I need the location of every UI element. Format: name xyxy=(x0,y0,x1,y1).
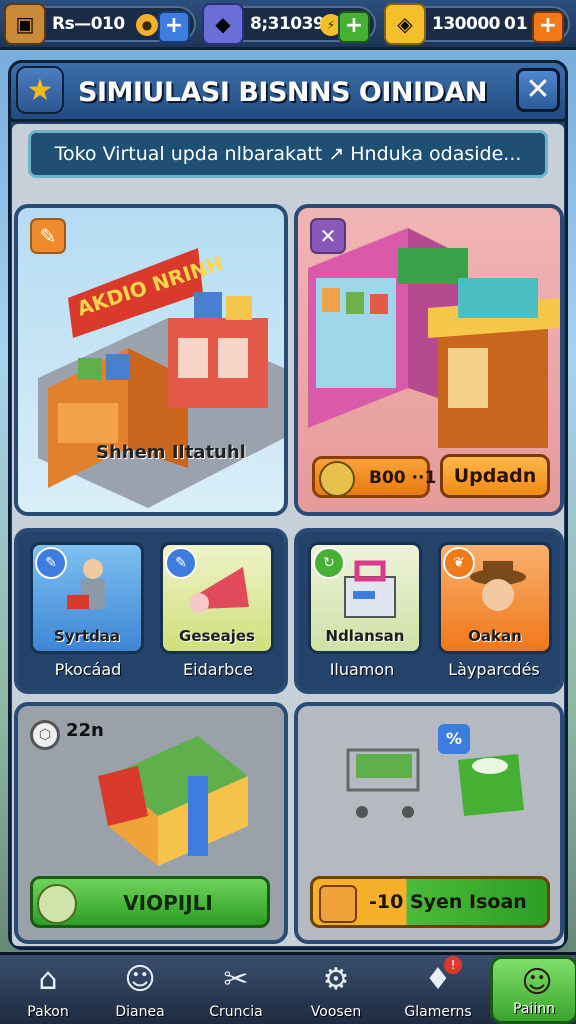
buy-crate-button[interactable]: VIOPIJLI xyxy=(30,876,270,928)
box-icon xyxy=(319,885,357,923)
close-button[interactable]: ✕ xyxy=(516,68,560,112)
farmer-avatar-icon: ☺ xyxy=(124,962,156,997)
cart-action-label: -10 Syen Isoan xyxy=(369,891,527,913)
nav-staff-label: Dianea xyxy=(115,1004,165,1020)
resource-gold: ◈ 130000 01 + xyxy=(384,3,570,45)
tile-marketing-label: Geseajes xyxy=(179,627,255,645)
tile-marketing-sub: Eidarbce xyxy=(183,660,253,679)
tile-supply-sub: Iluamon xyxy=(329,660,395,679)
nav-settings-label: Voosen xyxy=(310,1004,362,1020)
tools-tag-icon[interactable]: ✕ xyxy=(310,218,346,254)
megaphone-icon xyxy=(189,567,249,613)
nav-tools[interactable]: ✂ Cruncia xyxy=(192,956,280,1024)
discount-badge-icon: % xyxy=(438,724,470,754)
chest-icon: ▣ xyxy=(4,3,46,45)
shop-left-label: Shhem Iltatuhl xyxy=(96,442,246,463)
price-coin-icon xyxy=(319,461,355,497)
star-badge-icon: ★ xyxy=(16,66,64,114)
nav-rewards[interactable]: ♦ ! Glamerns xyxy=(394,956,482,1024)
gem-cube-icon: ◆ xyxy=(202,3,244,45)
resource-gold-extra: 01 xyxy=(504,14,528,34)
nav-staff[interactable]: ☺ Dianea xyxy=(96,956,184,1024)
tile-worker-label: Syrtdaa xyxy=(53,627,121,645)
tile-worker-sub: Pkocáad xyxy=(54,660,122,679)
tools-icon: ✂ xyxy=(223,962,249,997)
shop-tag-icon[interactable]: ✎ xyxy=(30,218,66,254)
notification-badge-icon: ! xyxy=(444,956,462,974)
tile-marketing[interactable]: ✎ Geseajes xyxy=(160,542,274,654)
profile-avatar-icon: ☺ xyxy=(521,965,553,1000)
manager-avatar-icon xyxy=(470,561,526,611)
seal-icon xyxy=(37,884,77,924)
gold-coin-icon: ◈ xyxy=(384,3,426,45)
tile-manager-sub: Làyparcdés xyxy=(448,660,540,679)
coin-icon: ● xyxy=(136,14,158,36)
cart-action-button[interactable]: -10 Syen Isoan xyxy=(310,876,550,928)
nav-profile[interactable]: ☺ Paiinn xyxy=(490,956,576,1024)
nav-settings[interactable]: ⚙ Voosen xyxy=(292,956,380,1024)
window-title: SIMIULASI BISNNS OINIDAN xyxy=(78,77,487,108)
add-gems-button[interactable]: + xyxy=(338,11,370,43)
buy-crate-label: VIOPIJLI xyxy=(123,891,213,915)
nav-tools-label: Cruncia xyxy=(209,1004,263,1020)
nav-home[interactable]: ⌂ Pakon xyxy=(4,956,92,1024)
home-icon: ⌂ xyxy=(38,962,58,997)
resource-chest-value: Rs—010 xyxy=(52,14,125,34)
resource-gems: ◆ 8;310391 ⚡ + xyxy=(202,3,376,45)
nav-rewards-label: Glamerns xyxy=(404,1004,472,1020)
nav-profile-label: Paiinn xyxy=(513,1001,555,1017)
gear-icon: ⚙ xyxy=(322,962,350,997)
add-gold-button[interactable]: + xyxy=(532,11,564,43)
nav-home-label: Pakon xyxy=(27,1004,69,1020)
tile-worker[interactable]: ✎ Syrtdaa xyxy=(30,542,144,654)
upgrade-price-pill: B00 ··1 xyxy=(312,456,436,498)
worker-figure-icon xyxy=(67,559,105,609)
info-banner: Toko Virtual upda nlbarakatt ↗ Hnduka od… xyxy=(28,130,548,178)
crate-count: 22n xyxy=(66,720,104,741)
resource-gold-value: 130000 xyxy=(432,14,500,34)
add-chest-button[interactable]: + xyxy=(158,11,190,43)
tile-manager-label: Oakan xyxy=(468,627,522,645)
nut-icon: ⬡ xyxy=(30,720,60,750)
upgrade-button[interactable]: Updadn xyxy=(440,454,550,498)
tile-supply-label: Ndlansan xyxy=(325,627,405,645)
upgrade-price-value: B00 ··1 xyxy=(369,468,437,488)
resource-chest: ▣ Rs—010 ● + xyxy=(4,3,196,45)
tile-manager[interactable]: ❦ Oakan xyxy=(438,542,552,654)
tile-supply[interactable]: ↻ Ndlansan xyxy=(308,542,422,654)
toolbox-icon xyxy=(344,560,396,618)
